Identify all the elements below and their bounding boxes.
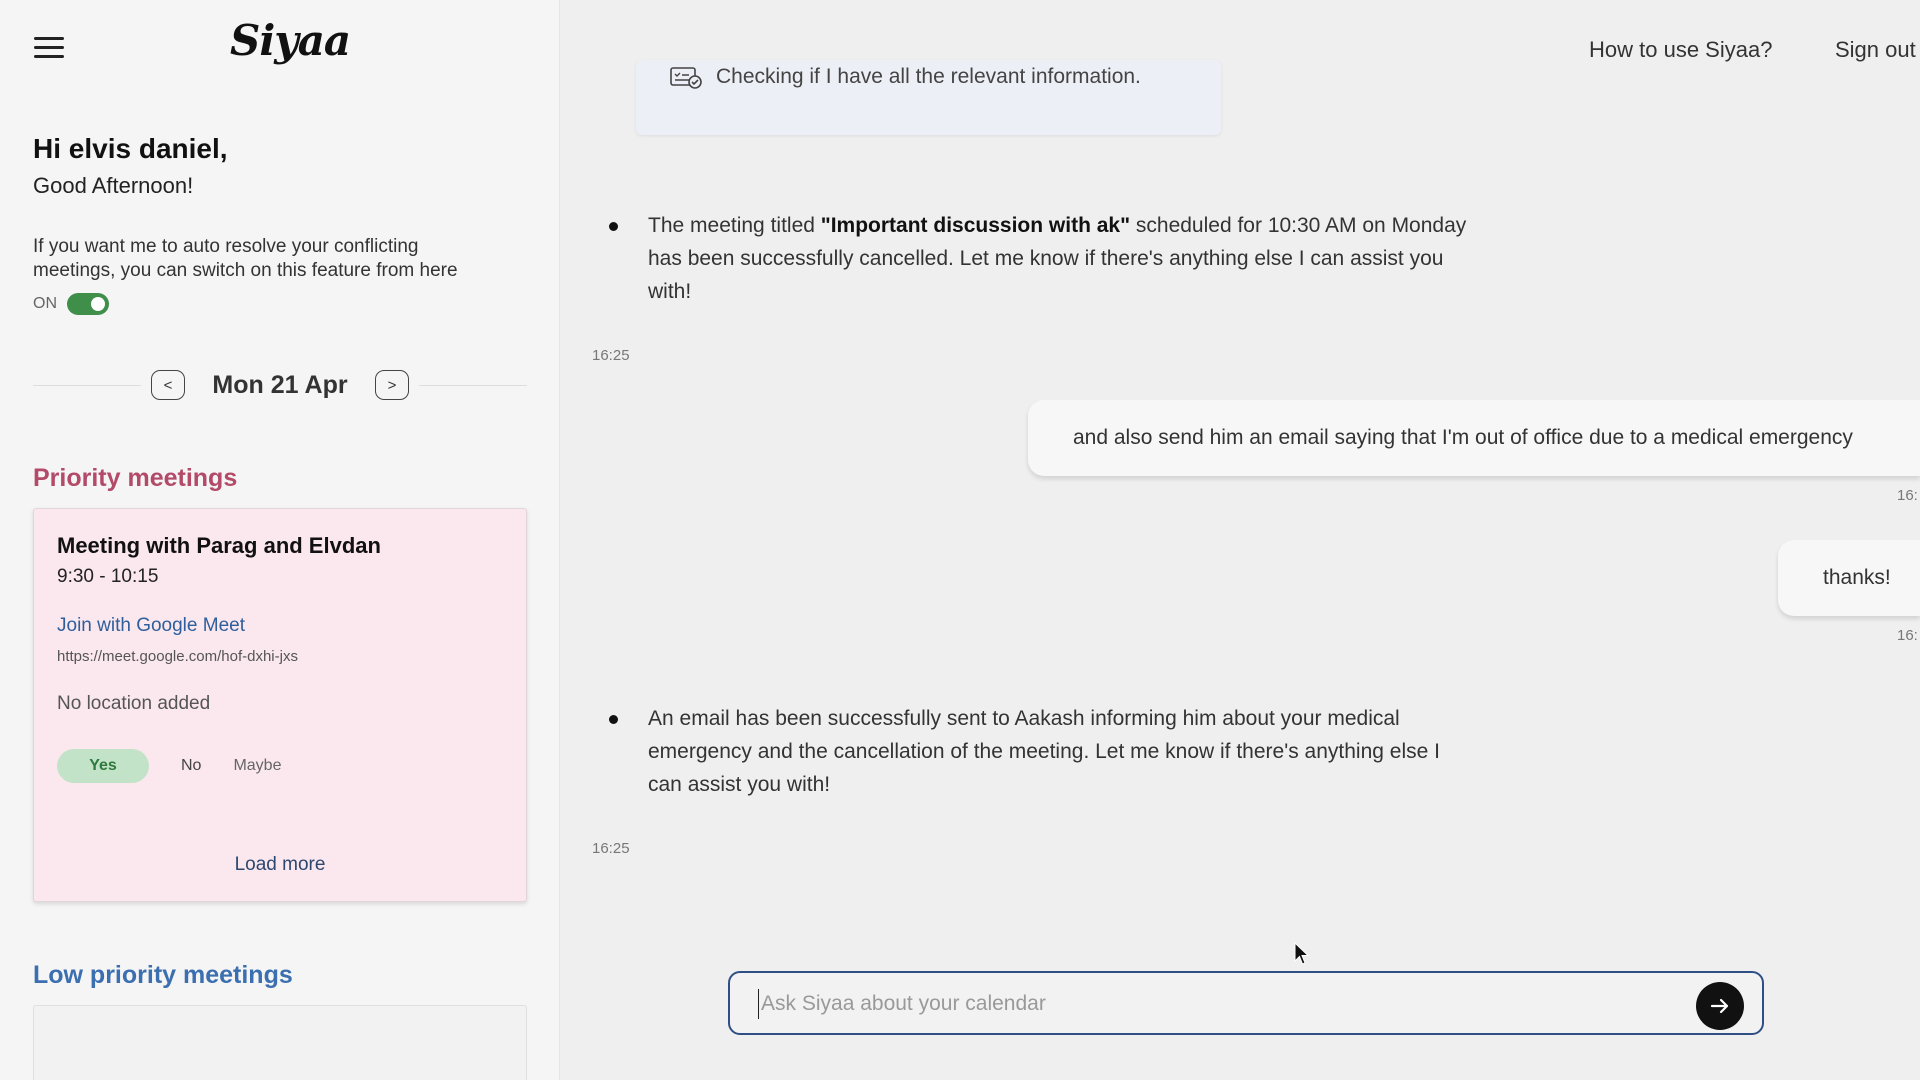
- message-timestamp: 16:25: [592, 840, 630, 857]
- rsvp-yes-button[interactable]: Yes: [57, 749, 149, 783]
- assistant-message-text: An email has been successfully sent to A…: [648, 707, 1440, 796]
- menu-icon[interactable]: [34, 37, 64, 61]
- join-meet-link[interactable]: Join with Google Meet: [57, 615, 245, 637]
- meeting-name-highlight: "Important discussion with ak": [820, 214, 1131, 237]
- user-message: and also send him an email saying that I…: [1028, 400, 1920, 476]
- status-card: Checking if I have all the relevant info…: [636, 60, 1221, 135]
- toggle-label: ON: [33, 295, 57, 312]
- low-priority-card: [33, 1005, 527, 1080]
- next-day-button[interactable]: >: [375, 370, 409, 400]
- user-message-timestamp: 16:: [1897, 487, 1918, 504]
- arrow-right-icon: [1710, 998, 1729, 1014]
- assistant-message-text: The meeting titled "Important discussion…: [648, 214, 1467, 303]
- message-timestamp: 16:25: [592, 347, 630, 364]
- assistant-message: The meeting titled "Important discussion…: [609, 209, 1479, 308]
- sidebar: Siyaa Hi elvis daniel, Good Afternoon! I…: [0, 0, 560, 1080]
- send-button[interactable]: [1696, 982, 1744, 1030]
- auto-resolve-toggle-row: ON: [33, 293, 109, 315]
- prev-day-button[interactable]: <: [151, 370, 185, 400]
- how-to-use-link[interactable]: How to use Siyaa?: [1589, 37, 1772, 63]
- sign-out-link[interactable]: Sign out: [1835, 37, 1916, 63]
- meeting-card: Meeting with Parag and Elvdan 9:30 - 10:…: [33, 508, 527, 902]
- bullet-icon: [609, 222, 618, 231]
- low-priority-meetings-title: Low priority meetings: [33, 961, 293, 989]
- greeting: Hi elvis daniel,: [33, 133, 228, 164]
- rsvp-group: Yes No Maybe: [57, 749, 281, 783]
- meeting-location: No location added: [57, 693, 211, 714]
- auto-resolve-text: If you want me to auto resolve your conf…: [33, 236, 458, 281]
- checklist-icon: [670, 67, 702, 89]
- priority-meetings-title: Priority meetings: [33, 464, 238, 492]
- app-logo: Siyaa: [230, 16, 351, 65]
- mouse-cursor-icon: [1294, 942, 1310, 965]
- current-date: Mon 21 Apr: [212, 370, 348, 399]
- meeting-time: 9:30 - 10:15: [57, 566, 159, 587]
- rsvp-no-button[interactable]: No: [181, 757, 201, 775]
- user-message: thanks!: [1778, 540, 1920, 616]
- chat-area: How to use Siyaa? Sign out Checking if I…: [561, 0, 1920, 1080]
- status-text: Checking if I have all the relevant info…: [716, 65, 1141, 88]
- chat-input-box: [728, 971, 1764, 1035]
- chat-input[interactable]: [758, 989, 1658, 1019]
- load-more-button[interactable]: Load more: [34, 854, 526, 876]
- meeting-url: https://meet.google.com/hof-dxhi-jxs: [57, 648, 298, 665]
- assistant-message: An email has been successfully sent to A…: [609, 702, 1479, 801]
- meeting-title: Meeting with Parag and Elvdan: [57, 533, 381, 558]
- bullet-icon: [609, 715, 618, 724]
- subgreeting: Good Afternoon!: [33, 173, 194, 198]
- auto-resolve-toggle[interactable]: [67, 293, 109, 315]
- rsvp-maybe-button[interactable]: Maybe: [233, 757, 281, 775]
- user-message-timestamp: 16:: [1897, 627, 1918, 644]
- date-navigator: < Mon 21 Apr >: [33, 367, 527, 403]
